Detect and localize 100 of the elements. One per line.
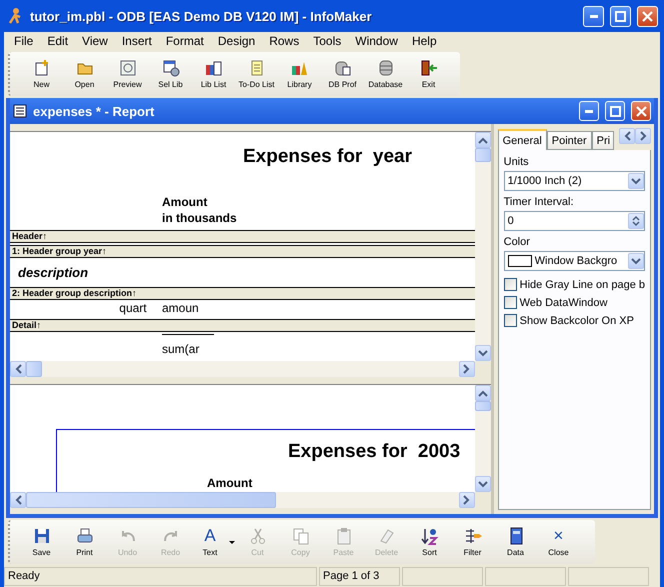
close-icon	[636, 106, 646, 116]
vertical-scrollbar[interactable]	[474, 132, 491, 361]
scrollbar-thumb[interactable]	[26, 361, 42, 377]
checkbox[interactable]	[504, 296, 517, 309]
chevron-left-icon	[14, 495, 22, 505]
scroll-left-button[interactable]	[10, 361, 26, 377]
minimize-icon	[590, 14, 598, 18]
properties-tab[interactable]: Pointer	[546, 131, 592, 150]
report-title: Expenses for year	[243, 146, 412, 168]
window-title: tutor_im.pbl - ODB [EAS Demo DB V120 IM] - InfoMaker	[30, 8, 373, 24]
menu-item[interactable]: Tools	[306, 34, 348, 48]
toolbar-button[interactable]: Open	[63, 54, 106, 94]
menu-item[interactable]: Edit	[40, 34, 76, 48]
maximize-icon	[615, 10, 626, 22]
funnel-arrow-icon	[464, 527, 482, 545]
chevron-up-icon	[478, 136, 488, 144]
printer-icon	[76, 527, 94, 545]
scroll-left-button[interactable]	[10, 492, 26, 508]
new-document-icon	[32, 59, 50, 77]
column-header: in thousands	[162, 212, 237, 226]
close-button[interactable]	[631, 101, 651, 121]
toolbar-button[interactable]: New	[20, 54, 63, 94]
minimize-icon	[585, 110, 593, 112]
menu-item[interactable]: Help	[404, 34, 444, 48]
checkbox-label[interactable]: Web DataWindow	[520, 296, 608, 308]
vertical-scrollbar[interactable]	[474, 385, 491, 492]
books-icon	[204, 59, 222, 77]
menu-item[interactable]: View	[75, 34, 115, 48]
maximize-icon	[610, 106, 620, 116]
toolbar-button[interactable]: Exit	[407, 54, 450, 94]
scroll-right-button[interactable]	[458, 361, 475, 377]
summary-field: sum(ar	[162, 343, 200, 357]
scrollbar-thumb[interactable]	[474, 401, 491, 411]
band-label[interactable]: Detail↑	[10, 319, 475, 332]
close-icon	[642, 10, 653, 22]
scrollbar-thumb[interactable]	[26, 492, 276, 508]
toolbar-button[interactable]: A Text	[192, 522, 228, 562]
checkbox-label[interactable]: Show Backcolor On XP	[520, 314, 634, 326]
preview-icon	[118, 59, 136, 77]
close-button[interactable]	[637, 6, 658, 26]
menu-item[interactable]: Design	[210, 34, 262, 48]
minimize-button[interactable]	[583, 6, 604, 26]
band-label[interactable]: 2: Header group description↑	[10, 287, 475, 300]
toolbar-button[interactable]: × Close	[537, 522, 580, 562]
menu-item[interactable]: Window	[348, 34, 405, 48]
horizontal-scrollbar[interactable]	[10, 492, 475, 508]
sum-line	[162, 334, 214, 335]
menu-item[interactable]: File	[7, 34, 40, 48]
scroll-down-button[interactable]	[474, 345, 491, 361]
column-header: Amount	[162, 196, 208, 210]
band-label[interactable]: Header↑	[10, 230, 475, 243]
status-text: Page 1 of 3	[319, 567, 400, 586]
toolbar-button[interactable]: To-Do List	[235, 54, 278, 94]
group-field: description	[18, 266, 88, 281]
chevron-right-icon	[463, 364, 470, 374]
chevron-down-icon	[478, 480, 488, 488]
properties-tab[interactable]: General	[498, 129, 547, 150]
copy-pages-icon	[292, 527, 310, 545]
timer-spin-field[interactable]: 0	[504, 211, 645, 231]
scroll-right-button[interactable]	[458, 492, 475, 508]
field-label: Color	[504, 236, 531, 248]
maximize-button[interactable]	[610, 6, 631, 26]
toolbar-button[interactable]: Filter	[451, 522, 494, 562]
band-label[interactable]: 1: Header group year↑	[10, 245, 475, 258]
color-dropdown[interactable]: Window Backgro	[504, 251, 645, 271]
scroll-up-button[interactable]	[474, 132, 491, 148]
chevron-down-icon	[631, 258, 641, 264]
scroll-down-button[interactable]	[474, 476, 491, 492]
toolbar-button[interactable]: Save	[20, 522, 63, 562]
minimize-button[interactable]	[579, 101, 599, 121]
toolbar-button[interactable]: Library	[278, 54, 321, 94]
tab-scroll-left-button[interactable]	[619, 128, 635, 144]
caret-icon	[228, 538, 236, 546]
toolbar-button[interactable]: Sort	[408, 522, 451, 562]
checkbox[interactable]	[504, 314, 517, 327]
horizontal-scrollbar[interactable]	[10, 361, 475, 377]
toolbar-button[interactable]: Preview	[106, 54, 149, 94]
toolbar-button[interactable]: Database	[364, 54, 407, 94]
column-header: Amount	[207, 477, 252, 491]
toolbar-button[interactable]: Print	[63, 522, 106, 562]
scissors-icon	[248, 527, 266, 545]
checkbox-label[interactable]: Hide Gray Line on page b	[520, 278, 645, 290]
toolbar-button[interactable]: Data	[494, 522, 537, 562]
toolbar-button[interactable]: Sel Lib	[149, 54, 192, 94]
database-icon	[334, 59, 352, 77]
properties-tab[interactable]: Pri	[592, 131, 614, 150]
scroll-up-button[interactable]	[474, 385, 491, 401]
maximize-button[interactable]	[605, 101, 625, 121]
toolbar-button[interactable]: DB Prof	[321, 54, 364, 94]
field-label: Units	[504, 156, 530, 168]
database-icon	[376, 59, 394, 77]
checkbox[interactable]	[504, 278, 517, 291]
menu-item[interactable]: Insert	[114, 34, 159, 48]
tab-scroll-right-button[interactable]	[635, 128, 651, 144]
scrollbar-thumb[interactable]	[474, 148, 491, 162]
units-dropdown[interactable]: 1/1000 Inch (2)	[504, 171, 645, 191]
menu-item[interactable]: Format	[158, 34, 211, 48]
clipboard-icon	[334, 527, 352, 545]
menu-item[interactable]: Rows	[262, 34, 306, 48]
toolbar-button[interactable]: Lib List	[192, 54, 235, 94]
